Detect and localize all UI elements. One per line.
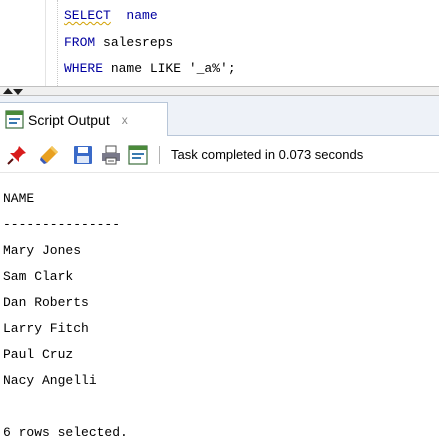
sql-keyword: WHERE: [64, 61, 104, 76]
output-tab-strip: Script Output x: [0, 96, 439, 136]
result-row: Larry Fitch: [3, 321, 89, 336]
sql-text: name LIKE '_a%';: [103, 61, 236, 76]
pane-splitter[interactable]: [0, 86, 439, 96]
sql-editor[interactable]: SELECT name FROM salesreps WHERE name LI…: [0, 0, 439, 86]
eraser-icon[interactable]: [38, 144, 60, 166]
status-text: Task completed in 0.073 seconds: [171, 147, 364, 162]
script-output-panel[interactable]: NAME --------------- Mary Jones Sam Clar…: [0, 174, 439, 438]
sql-line-2[interactable]: FROM salesreps: [64, 35, 173, 51]
toolbar-separator: [159, 146, 160, 164]
collapse-down-icon[interactable]: [13, 89, 23, 95]
result-row: Dan Roberts: [3, 295, 89, 310]
sql-line-3[interactable]: WHERE name LIKE '_a%';: [64, 61, 236, 77]
rows-selected-footer: 6 rows selected.: [3, 425, 128, 438]
tab-label: Script Output: [28, 111, 110, 128]
result-row: Nacy Angelli: [3, 373, 97, 388]
collapse-up-icon[interactable]: [3, 88, 13, 94]
run-script-icon[interactable]: [127, 144, 149, 166]
indent-guide: [57, 0, 58, 86]
close-icon[interactable]: x: [122, 113, 128, 127]
save-icon[interactable]: [72, 144, 94, 166]
column-separator: ---------------: [3, 217, 121, 232]
tab-script-output[interactable]: Script Output x: [0, 102, 168, 136]
sql-keyword: FROM: [64, 35, 96, 50]
result-row: Sam Clark: [3, 269, 74, 284]
sql-text: salesreps: [95, 35, 174, 50]
column-header: NAME: [3, 191, 35, 206]
sql-text: name: [110, 8, 158, 23]
sql-line-1[interactable]: SELECT name: [64, 8, 158, 24]
print-icon[interactable]: [100, 144, 122, 166]
result-row: Mary Jones: [3, 243, 82, 258]
pin-icon[interactable]: [6, 144, 28, 166]
script-output-icon: [5, 110, 24, 129]
result-row: Paul Cruz: [3, 347, 74, 362]
editor-gutter: [0, 0, 46, 86]
output-toolbar: Task completed in 0.073 seconds: [0, 137, 439, 173]
sql-keyword: SELECT: [64, 8, 111, 23]
